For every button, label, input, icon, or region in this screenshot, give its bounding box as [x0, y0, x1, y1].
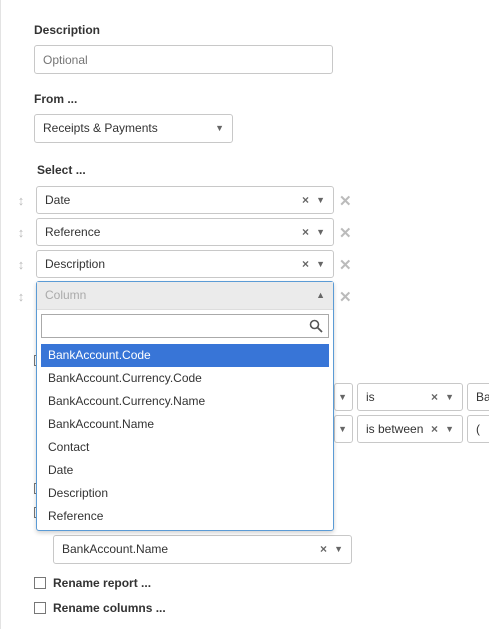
clear-icon[interactable]: × — [302, 219, 309, 245]
column-select-dropdown[interactable]: Column ▲ BankAccount.Code BankAccount.Cur… — [36, 281, 334, 531]
from-select-value: Receipts & Payments — [43, 121, 158, 135]
description-label: Description — [34, 23, 101, 37]
condition-value-input[interactable]: Ba — [467, 383, 489, 411]
column-select-description[interactable]: Description × ▼ — [36, 250, 334, 278]
condition-field-select[interactable]: ▼ — [334, 383, 353, 411]
rename-report-checkbox[interactable] — [34, 577, 46, 589]
remove-column-icon[interactable]: ✕ — [339, 224, 352, 242]
dropdown-search-input[interactable] — [41, 314, 329, 338]
drag-handle-icon[interactable]: ↕ — [16, 257, 26, 272]
dropdown-option[interactable]: Date — [41, 459, 329, 482]
chevron-down-icon[interactable]: ▼ — [445, 416, 454, 442]
chevron-up-icon[interactable]: ▲ — [316, 282, 325, 309]
condition-operator-value: is — [366, 390, 375, 404]
drag-handle-icon[interactable]: ↕ — [16, 225, 26, 240]
clear-icon[interactable]: × — [431, 384, 438, 410]
chevron-down-icon[interactable]: ▼ — [316, 251, 325, 277]
select-label: Select ... — [37, 163, 86, 177]
clear-icon[interactable]: × — [320, 536, 327, 562]
drag-handle-icon[interactable]: ↕ — [16, 193, 26, 208]
remove-column-icon[interactable]: ✕ — [339, 256, 352, 274]
clear-icon[interactable]: × — [431, 416, 438, 442]
chevron-down-icon[interactable]: ▼ — [445, 384, 454, 410]
clear-icon[interactable]: × — [302, 187, 309, 213]
column-select-date[interactable]: Date × ▼ — [36, 186, 334, 214]
column-placeholder: Column — [45, 288, 87, 302]
condition-value-input[interactable]: ( — [467, 415, 489, 443]
clear-icon[interactable]: × — [302, 251, 309, 277]
from-label: From ... — [34, 92, 78, 106]
column-select-open[interactable]: Column ▲ — [37, 282, 333, 310]
chevron-down-icon[interactable]: ▼ — [334, 536, 343, 562]
dropdown-option[interactable]: Description — [41, 482, 329, 505]
dropdown-option[interactable]: BankAccount.Code — [41, 344, 329, 367]
rename-columns-checkbox[interactable] — [34, 602, 46, 614]
remove-column-icon[interactable]: ✕ — [339, 192, 352, 210]
dropdown-option[interactable]: BankAccount.Currency.Name — [41, 390, 329, 413]
condition-field-select[interactable]: ▼ — [334, 415, 353, 443]
column-select-value: Description — [45, 257, 106, 271]
chevron-down-icon: ▼ — [215, 123, 224, 133]
description-input[interactable] — [34, 45, 333, 74]
rename-columns-label[interactable]: Rename columns ... — [53, 601, 166, 615]
column-select-reference[interactable]: Reference × ▼ — [36, 218, 334, 246]
dropdown-option[interactable]: Reference — [41, 505, 329, 528]
search-icon — [309, 319, 323, 333]
drag-handle-icon[interactable]: ↕ — [16, 289, 26, 304]
condition-value-text: Ba — [476, 390, 489, 404]
condition-operator-select[interactable]: is × ▼ — [357, 383, 463, 411]
group-by-value: BankAccount.Name — [62, 542, 169, 556]
rename-report-label[interactable]: Rename report ... — [53, 576, 151, 590]
from-select[interactable]: Receipts & Payments ▼ — [34, 114, 233, 143]
condition-value-text: ( — [476, 422, 480, 436]
column-select-value: Date — [45, 193, 71, 207]
condition-operator-select[interactable]: is between × ▼ — [357, 415, 463, 443]
group-by-select[interactable]: BankAccount.Name × ▼ — [53, 535, 352, 564]
remove-column-icon[interactable]: ✕ — [339, 288, 352, 306]
chevron-down-icon: ▼ — [338, 424, 347, 434]
dropdown-option[interactable]: BankAccount.Currency.Code — [41, 367, 329, 390]
column-select-value: Reference — [45, 225, 101, 239]
chevron-down-icon[interactable]: ▼ — [316, 187, 325, 213]
dropdown-option[interactable]: Contact — [41, 436, 329, 459]
report-builder-panel: Description From ... Receipts & Payments… — [0, 0, 489, 629]
chevron-down-icon: ▼ — [338, 392, 347, 402]
chevron-down-icon[interactable]: ▼ — [316, 219, 325, 245]
dropdown-option[interactable]: BankAccount.Name — [41, 413, 329, 436]
condition-operator-value: is between — [366, 422, 424, 436]
